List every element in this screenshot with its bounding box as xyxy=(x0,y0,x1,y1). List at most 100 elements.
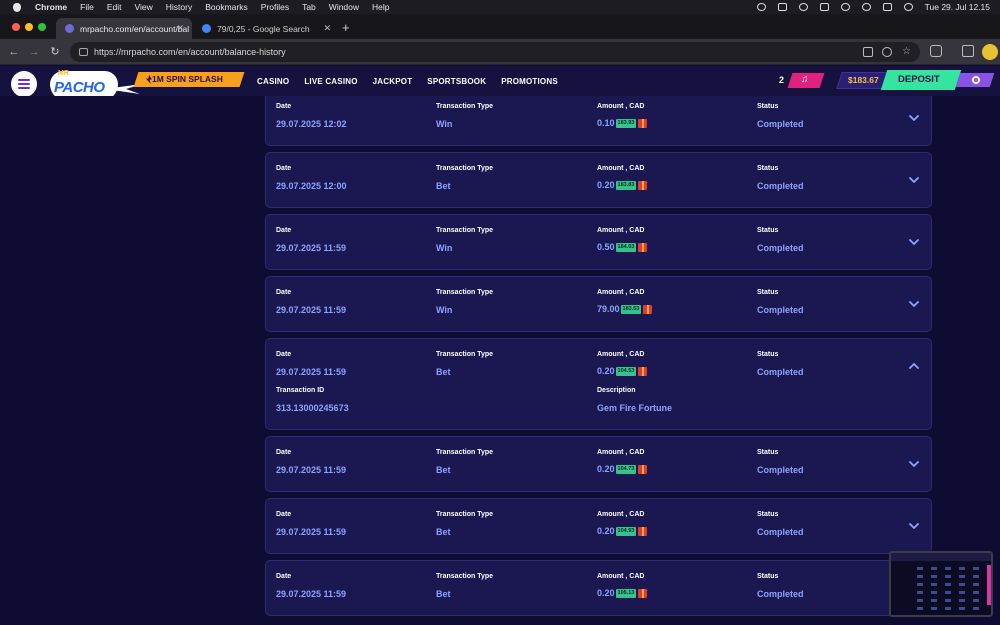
bluetooth-icon[interactable] xyxy=(798,3,808,11)
deposit-label[interactable]: DEPOSIT xyxy=(898,70,940,90)
nav-promotions[interactable]: PROMOTIONS xyxy=(501,77,558,86)
menu-view[interactable]: View xyxy=(134,2,152,12)
chevron-up-icon[interactable] xyxy=(909,361,919,371)
type-value: Win xyxy=(436,243,453,253)
chevron-down-icon[interactable] xyxy=(909,299,919,309)
chevron-down-icon[interactable] xyxy=(909,237,919,247)
gift-icon xyxy=(638,242,648,252)
screenshot-thumbnail[interactable] xyxy=(889,551,993,617)
logo-mr-text: MR xyxy=(58,70,69,77)
transaction-card[interactable]: Date 29.07.2025 11:59 Transaction Type B… xyxy=(265,436,932,492)
gear-icon[interactable] xyxy=(972,76,980,84)
balance-after-badge: 183.53 xyxy=(620,304,642,314)
transaction-list: Date 29.07.2025 12:02 Transaction Type W… xyxy=(265,96,933,622)
search-icon[interactable] xyxy=(861,3,871,11)
reload-icon[interactable]: ↻ xyxy=(47,44,63,60)
promo-label[interactable]: 1M SPIN SPLASH xyxy=(152,72,223,87)
wifi-icon[interactable] xyxy=(840,3,850,11)
nav-sportsbook[interactable]: SPORTSBOOK xyxy=(427,77,486,86)
balance-amount[interactable]: $183.67 xyxy=(848,72,879,89)
url-text[interactable]: https://mrpacho.com/en/account/balance-h… xyxy=(94,42,286,62)
type-value: Bet xyxy=(436,181,451,191)
amount-group: 0.20 104.93 xyxy=(597,526,648,536)
transaction-card[interactable]: Date 29.07.2025 11:59 Transaction Type W… xyxy=(265,214,932,270)
chevron-down-icon[interactable] xyxy=(909,113,919,123)
transaction-card[interactable]: Date 29.07.2025 11:59 Transaction Type B… xyxy=(265,338,932,430)
bookmark-star-icon[interactable]: ☆ xyxy=(902,47,912,57)
amount-group: 79.00 183.53 xyxy=(597,304,653,314)
menu-bookmarks[interactable]: Bookmarks xyxy=(205,2,248,12)
control-center-icon[interactable] xyxy=(882,3,892,11)
status-value: Completed xyxy=(757,589,804,599)
music-note-icon[interactable]: ♫ xyxy=(801,74,809,85)
transaction-card[interactable]: Date 29.07.2025 12:00 Transaction Type B… xyxy=(265,152,932,208)
menu-profiles[interactable]: Profiles xyxy=(261,2,289,12)
type-label: Transaction Type xyxy=(436,289,494,296)
minimize-window-icon[interactable] xyxy=(25,23,33,31)
hamburger-menu-button[interactable] xyxy=(11,71,37,97)
battery-icon[interactable] xyxy=(819,3,829,11)
tab-google-search[interactable]: 79/0,25 - Google Search ✕ xyxy=(193,18,339,39)
amount-label: Amount , CAD xyxy=(597,289,645,296)
type-label: Transaction Type xyxy=(436,351,494,358)
nav-casino[interactable]: CASINO xyxy=(257,77,289,86)
amount-value: 0.50 xyxy=(597,242,615,252)
balance-history-content: Date 29.07.2025 12:02 Transaction Type W… xyxy=(0,96,1000,625)
status-label: Status xyxy=(757,449,779,456)
display-icon[interactable] xyxy=(777,3,787,11)
play-icon[interactable] xyxy=(756,3,766,11)
eye-slash-icon[interactable] xyxy=(882,47,892,57)
date-label: Date xyxy=(276,227,292,234)
menu-edit[interactable]: Edit xyxy=(107,2,122,12)
close-window-icon[interactable] xyxy=(12,23,20,31)
balance-after-badge: 184.03 xyxy=(615,242,637,252)
transaction-card[interactable]: Date 29.07.2025 11:59 Transaction Type W… xyxy=(265,276,932,332)
menu-line xyxy=(18,87,30,89)
menu-tab[interactable]: Tab xyxy=(302,2,316,12)
nav-jackpot[interactable]: JACKPOT xyxy=(373,77,413,86)
maximize-window-icon[interactable] xyxy=(38,23,46,31)
thumbnail-row xyxy=(917,567,987,570)
amount-group: 0.20 104.73 xyxy=(597,464,648,474)
reading-list-icon[interactable] xyxy=(962,45,974,57)
tab-mrpacho[interactable]: mrpacho.com/en/account/bal ✕ xyxy=(56,18,192,39)
nav-live-casino[interactable]: LIVE CASINO xyxy=(304,77,357,86)
date-value: 29.07.2025 11:59 xyxy=(276,589,347,599)
transaction-card[interactable]: Date 29.07.2025 11:59 Transaction Type B… xyxy=(265,560,932,616)
address-bar[interactable]: https://mrpacho.com/en/account/balance-h… xyxy=(70,42,920,62)
transaction-card[interactable]: Date 29.07.2025 12:02 Transaction Type W… xyxy=(265,96,932,146)
transaction-card[interactable]: Date 29.07.2025 11:59 Transaction Type B… xyxy=(265,498,932,554)
forward-arrow-icon[interactable]: → xyxy=(26,44,42,60)
chevron-down-icon[interactable] xyxy=(909,521,919,531)
amount-value: 0.20 xyxy=(597,464,615,474)
apple-icon[interactable] xyxy=(11,2,23,12)
amount-label: Amount , CAD xyxy=(597,165,645,172)
description-value: Gem Fire Fortune xyxy=(597,403,673,413)
menu-file[interactable]: File xyxy=(80,2,94,12)
menu-window[interactable]: Window xyxy=(329,2,359,12)
extensions-icon[interactable] xyxy=(930,45,942,57)
menubar-status-area: Tue 29. Jul 12.15 xyxy=(745,0,990,14)
gift-icon xyxy=(638,366,648,376)
profile-avatar[interactable] xyxy=(982,44,998,60)
site-info-icon[interactable] xyxy=(79,48,88,56)
status-value: Completed xyxy=(757,243,804,253)
status-label: Status xyxy=(757,351,779,358)
transaction-id-label: Transaction ID xyxy=(276,387,325,394)
tab-close-icon[interactable]: ✕ xyxy=(176,23,184,34)
date-value: 29.07.2025 11:59 xyxy=(276,243,347,253)
menu-help[interactable]: Help xyxy=(372,2,389,12)
siri-icon[interactable] xyxy=(903,3,913,11)
back-arrow-icon[interactable]: ← xyxy=(6,44,22,60)
date-label: Date xyxy=(276,449,292,456)
menu-app-name[interactable]: Chrome xyxy=(35,2,67,12)
thumbnail-row xyxy=(917,575,987,578)
cast-icon[interactable] xyxy=(863,47,873,57)
new-tab-button[interactable]: + xyxy=(342,20,350,35)
tab-close-icon[interactable]: ✕ xyxy=(323,23,331,34)
chevron-down-icon[interactable] xyxy=(909,459,919,469)
menubar-clock[interactable]: Tue 29. Jul 12.15 xyxy=(925,2,990,12)
chevron-down-icon[interactable] xyxy=(909,175,919,185)
status-value: Completed xyxy=(757,305,804,315)
menu-history[interactable]: History xyxy=(166,2,192,12)
